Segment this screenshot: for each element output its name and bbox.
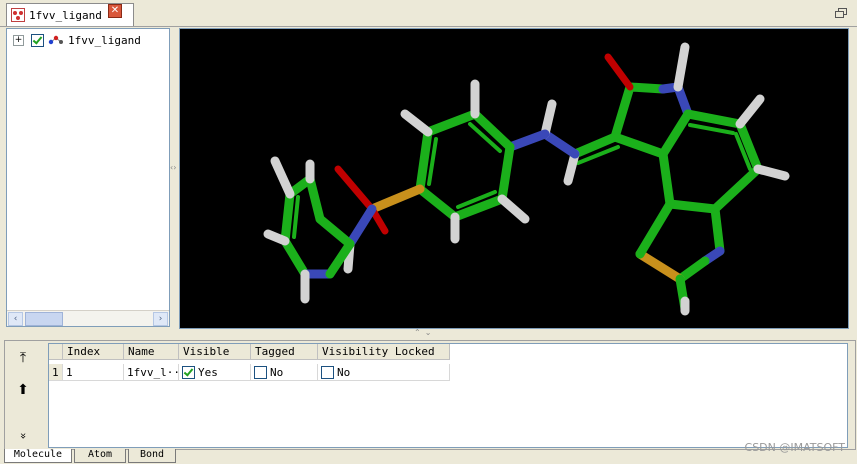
tab-title: 1fvv_ligand: [29, 8, 102, 22]
molecule-structure: .c{stroke:#1bb01b;stroke-width:9;stroke-…: [263, 42, 790, 316]
ligand-icon: [48, 35, 63, 45]
scroll-left-icon[interactable]: ‹: [8, 312, 23, 326]
cell-visible[interactable]: Yes: [179, 364, 251, 381]
column-header-name[interactable]: Name: [124, 344, 179, 360]
move-up-icon[interactable]: ⬆: [14, 381, 32, 399]
tree-horizontal-scrollbar[interactable]: ‹ ›: [7, 310, 169, 326]
scroll-right-icon[interactable]: ›: [153, 312, 168, 326]
molecule-property-grid[interactable]: Index Name Visible Tagged Visibility Loc…: [48, 343, 848, 448]
vertical-splitter[interactable]: ‹›: [169, 28, 179, 325]
tab-atom[interactable]: Atom: [74, 449, 126, 463]
locked-checkbox[interactable]: [321, 365, 334, 379]
visible-checkbox[interactable]: [182, 365, 195, 379]
tab-bond[interactable]: Bond: [128, 449, 176, 463]
watermark: CSDN @IMATSOFT: [744, 441, 845, 454]
scrollbar-thumb[interactable]: [25, 312, 63, 326]
expand-more-icon[interactable]: »: [14, 427, 32, 445]
close-tab-icon[interactable]: ✕: [108, 4, 122, 18]
column-header-tagged[interactable]: Tagged: [251, 344, 318, 360]
tagged-value: No: [270, 365, 284, 379]
molecule-3d-viewer[interactable]: .c{stroke:#1bb01b;stroke-width:9;stroke-…: [179, 28, 849, 329]
tree-item-label: 1fvv_ligand: [68, 33, 141, 47]
tagged-checkbox[interactable]: [254, 365, 267, 379]
move-to-top-icon[interactable]: ⤒: [14, 349, 32, 367]
cell-visibility-locked[interactable]: No: [318, 364, 450, 381]
splitter-collapse-icon[interactable]: ⌃⌄: [414, 328, 435, 337]
grid-corner: [49, 344, 63, 360]
visible-value: Yes: [198, 365, 218, 379]
locked-value: No: [337, 365, 351, 379]
molecule-tree[interactable]: + 1fvv_ligand ‹ ›: [6, 28, 170, 327]
cell-index[interactable]: 1: [63, 364, 124, 381]
maximize-icon[interactable]: [835, 8, 847, 18]
horizontal-splitter[interactable]: ⌃⌄: [412, 328, 446, 338]
column-header-visibility-locked[interactable]: Visibility Locked: [318, 344, 450, 360]
cell-name[interactable]: 1fvv_l···: [124, 364, 187, 381]
molecule-icon: [11, 8, 25, 22]
splitter-arrows-icon[interactable]: ‹›: [170, 163, 176, 173]
expand-icon[interactable]: +: [13, 34, 24, 46]
tab-molecule[interactable]: Molecule: [4, 449, 72, 463]
vertical-toolbar: ⤒ ⬆ »: [4, 341, 44, 447]
column-header-visible[interactable]: Visible: [179, 344, 251, 360]
bonds: [263, 42, 790, 316]
tree-item-1fvv-ligand[interactable]: + 1fvv_ligand: [13, 32, 141, 48]
bottom-tab-strip: Molecule Atom Bond: [4, 449, 204, 463]
tree-item-checkbox[interactable]: [31, 33, 44, 47]
row-header[interactable]: 1: [49, 364, 63, 381]
cell-tagged[interactable]: No: [251, 364, 318, 381]
column-header-index[interactable]: Index: [63, 344, 124, 360]
